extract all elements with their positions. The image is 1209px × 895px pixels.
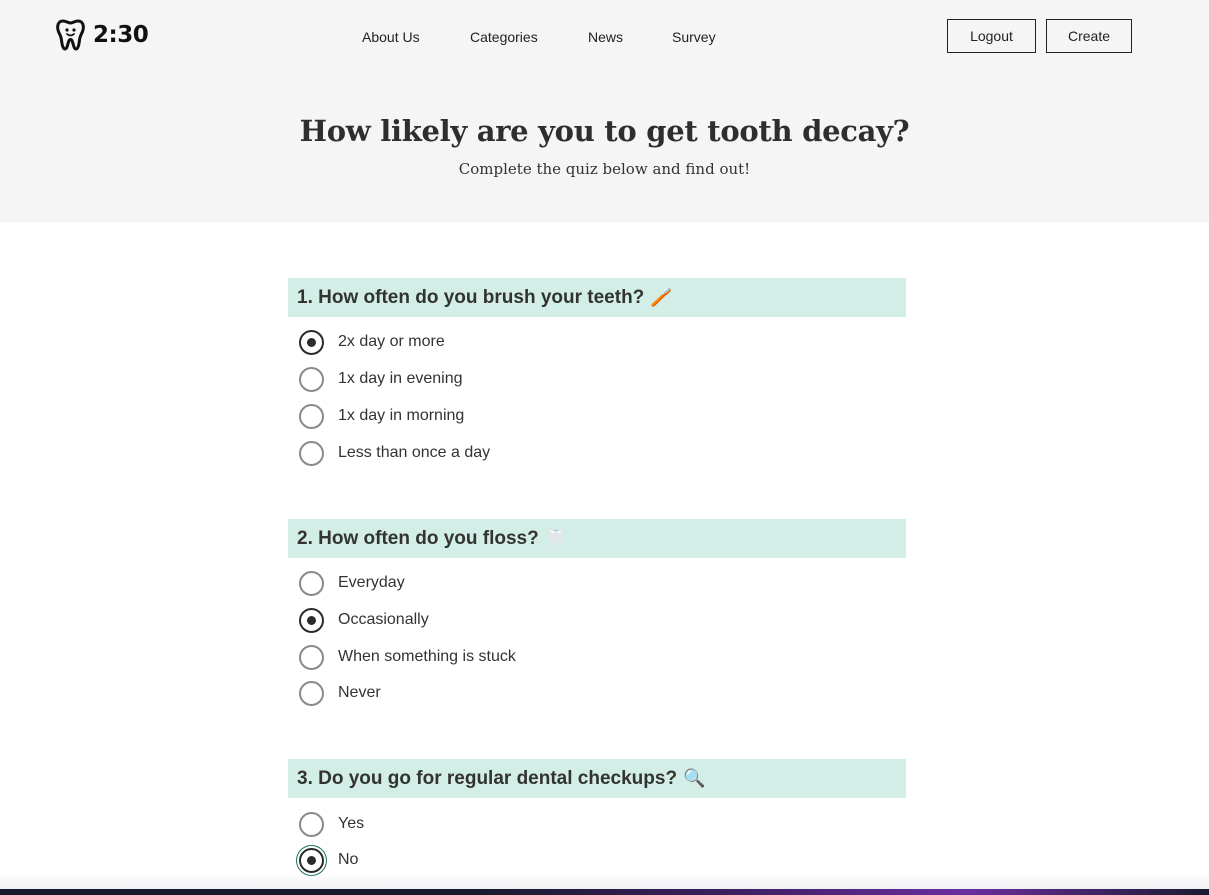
option-label: 1x day in evening bbox=[338, 370, 463, 387]
q1-option-3[interactable]: 1x day in morning bbox=[299, 403, 464, 429]
option-label: No bbox=[338, 851, 359, 868]
magnifier-icon: 🔍 bbox=[683, 768, 706, 788]
toothbrush-icon: 🪥 bbox=[650, 287, 673, 307]
option-label: 2x day or more bbox=[338, 333, 445, 350]
q3-option-1[interactable]: Yes bbox=[299, 811, 364, 837]
question-heading-2: 2. How often do you floss? 🦷 bbox=[288, 519, 906, 558]
nav-about-us[interactable]: About Us bbox=[362, 29, 420, 45]
q3-option-2[interactable]: No bbox=[299, 847, 358, 873]
q2-option-1[interactable]: Everyday bbox=[299, 570, 405, 596]
radio-button-selected[interactable] bbox=[299, 607, 324, 633]
create-button[interactable]: Create bbox=[1046, 19, 1132, 53]
option-label: Occasionally bbox=[338, 611, 429, 628]
q1-option-1[interactable]: 2x day or more bbox=[299, 329, 445, 355]
radio-button[interactable] bbox=[299, 680, 324, 706]
q1-option-4[interactable]: Less than once a day bbox=[299, 440, 490, 466]
option-label: Everyday bbox=[338, 574, 405, 591]
nav-news[interactable]: News bbox=[588, 29, 623, 45]
question-text: 1. How often do you brush your teeth? bbox=[297, 286, 645, 308]
option-label: Yes bbox=[338, 815, 365, 832]
page-header: 2:30 About Us Categories News Survey Log… bbox=[0, 0, 1209, 222]
bottom-edge-bar bbox=[0, 889, 1209, 895]
page-subtitle: Complete the quiz below and find out! bbox=[458, 160, 751, 178]
radio-button[interactable] bbox=[299, 403, 324, 429]
radio-button[interactable] bbox=[299, 366, 324, 392]
q2-option-3[interactable]: When something is stuck bbox=[299, 644, 516, 670]
page-title: How likely are you to get tooth decay? bbox=[299, 114, 910, 148]
radio-button-selected[interactable] bbox=[299, 847, 324, 873]
radio-button[interactable] bbox=[299, 644, 324, 670]
question-heading-1: 1. How often do you brush your teeth? 🪥 bbox=[288, 278, 906, 317]
q1-option-2[interactable]: 1x day in evening bbox=[299, 366, 463, 392]
tooth-icon: 🦷 bbox=[544, 528, 568, 548]
option-label: 1x day in morning bbox=[338, 407, 465, 424]
radio-button-selected[interactable] bbox=[299, 329, 324, 355]
question-text: 3. Do you go for regular dental checkups… bbox=[297, 767, 678, 789]
radio-button[interactable] bbox=[299, 440, 324, 466]
q2-option-4[interactable]: Never bbox=[299, 680, 381, 706]
question-text: 2. How often do you floss? bbox=[297, 527, 539, 549]
scroll-fade bbox=[0, 872, 1209, 889]
option-label: Less than once a day bbox=[338, 444, 491, 461]
nav-categories[interactable]: Categories bbox=[470, 29, 538, 45]
question-heading-3: 3. Do you go for regular dental checkups… bbox=[288, 759, 906, 798]
radio-button[interactable] bbox=[299, 811, 324, 837]
option-label: When something is stuck bbox=[338, 648, 516, 665]
radio-button[interactable] bbox=[299, 570, 324, 596]
nav-survey[interactable]: Survey bbox=[672, 29, 716, 45]
q2-option-2[interactable]: Occasionally bbox=[299, 607, 429, 633]
option-label: Never bbox=[338, 684, 381, 701]
logout-button[interactable]: Logout bbox=[947, 19, 1036, 53]
